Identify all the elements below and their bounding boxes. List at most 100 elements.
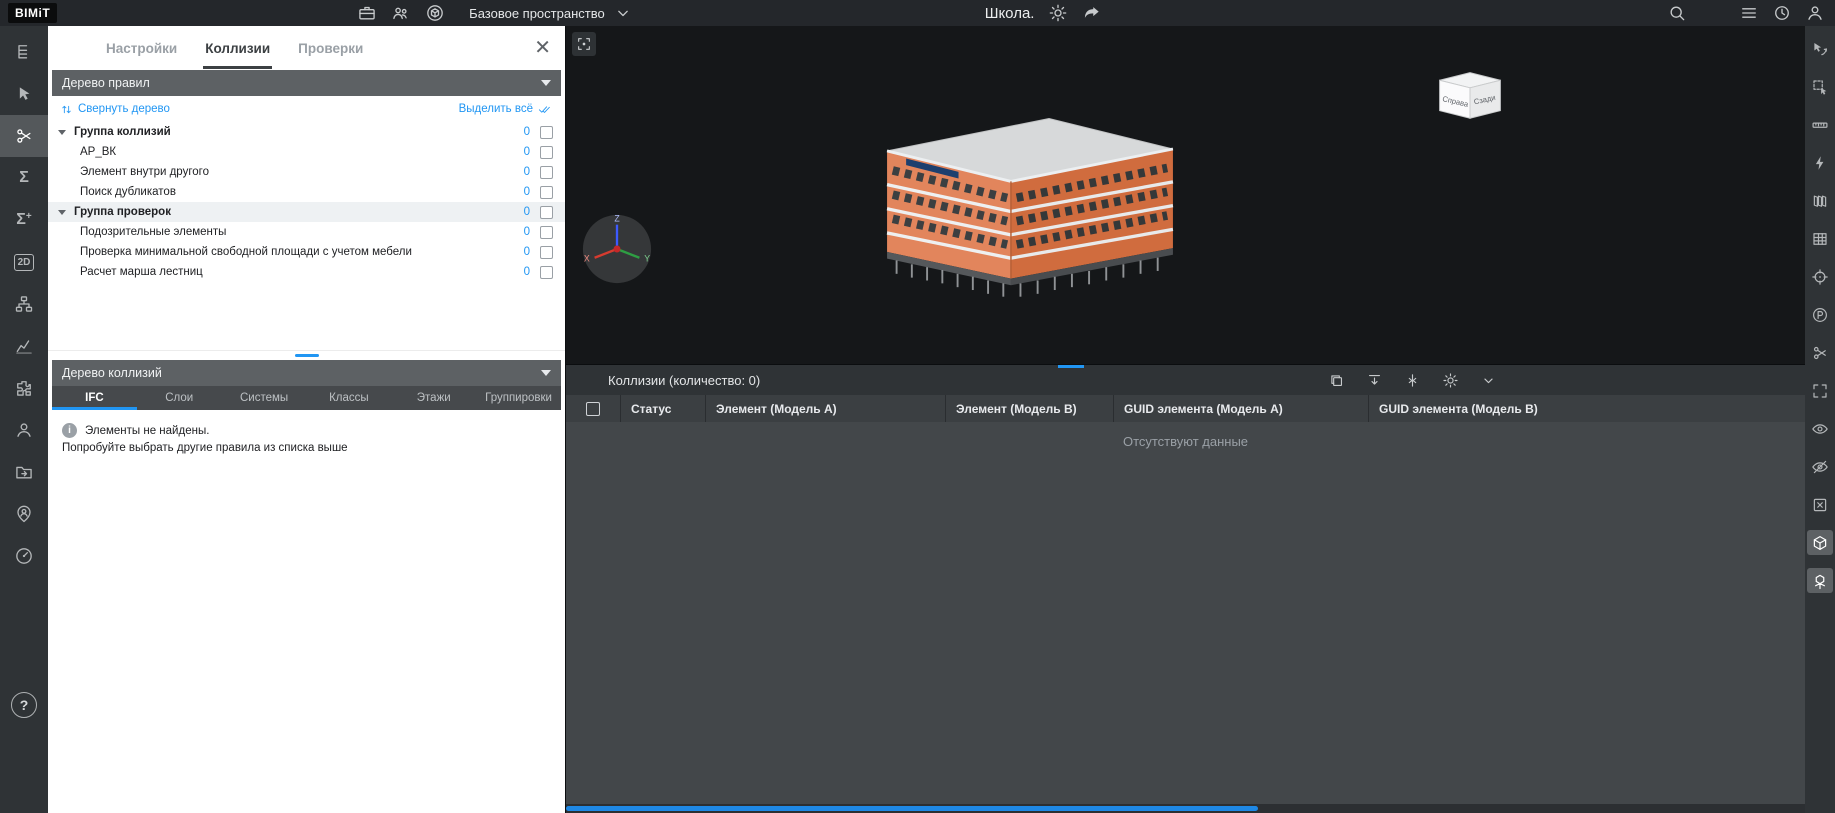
- user-account-icon[interactable]: [1805, 3, 1825, 23]
- search-icon[interactable]: [1667, 3, 1687, 23]
- duplicate-icon[interactable]: [1326, 370, 1346, 390]
- tree-row[interactable]: Проверка минимальной свободной площади с…: [48, 242, 565, 262]
- splitter-handle[interactable]: [295, 354, 319, 357]
- tree-row[interactable]: Группа проверок 0: [48, 202, 565, 222]
- select-area-icon[interactable]: [1807, 74, 1833, 99]
- collisions-tree-header[interactable]: Дерево коллизий: [52, 360, 561, 386]
- sum-plus-icon[interactable]: Σ +: [0, 199, 48, 241]
- visibility-off-icon[interactable]: [1807, 454, 1833, 479]
- tab-layers[interactable]: Слои: [137, 386, 222, 410]
- rule-checkbox[interactable]: [540, 266, 553, 279]
- import-icon[interactable]: [1364, 370, 1384, 390]
- collapse-tree-link[interactable]: Свернуть дерево: [60, 103, 170, 116]
- team-icon[interactable]: [391, 3, 411, 23]
- tree-row[interactable]: Подозрительные элементы 0: [48, 222, 565, 242]
- tab-ifc[interactable]: IFC: [52, 386, 137, 410]
- model-tree-icon[interactable]: [0, 31, 48, 73]
- rule-checkbox[interactable]: [540, 166, 553, 179]
- select-all-checkbox[interactable]: [586, 402, 600, 416]
- caret-down-icon[interactable]: [58, 130, 74, 135]
- tree-row[interactable]: Расчет марша лестниц 0: [48, 262, 565, 282]
- panel-resize-handle[interactable]: [1058, 365, 1084, 368]
- 2d-view-icon[interactable]: 2D: [0, 241, 48, 283]
- dashboard-icon[interactable]: [0, 535, 48, 577]
- cube-view-icon[interactable]: [1807, 530, 1833, 555]
- menu-list-icon[interactable]: [1739, 3, 1759, 23]
- panel-menu-icon[interactable]: [578, 371, 596, 389]
- user-location-icon[interactable]: [0, 493, 48, 535]
- tab-groupings[interactable]: Группировки: [476, 386, 561, 410]
- close-icon[interactable]: ✕: [534, 38, 551, 58]
- rule-checkbox[interactable]: [540, 206, 553, 219]
- column-guid-a[interactable]: GUID элемента (Модель A): [1114, 395, 1369, 422]
- plugins-icon[interactable]: [0, 367, 48, 409]
- focus-target-icon[interactable]: [1807, 264, 1833, 289]
- rule-label: АР_ВК: [80, 146, 116, 158]
- help-button[interactable]: ?: [11, 692, 37, 718]
- rule-checkbox[interactable]: [540, 226, 553, 239]
- column-element-b[interactable]: Элемент (Модель B): [946, 395, 1114, 422]
- panel-menu-icon[interactable]: [62, 39, 80, 57]
- column-element-a[interactable]: Элемент (Модель A): [706, 395, 946, 422]
- user-icon[interactable]: [0, 409, 48, 451]
- horizontal-scrollbar[interactable]: [566, 804, 1805, 813]
- rules-tree-header[interactable]: Дерево правил: [52, 70, 561, 96]
- tab-settings[interactable]: Настройки: [104, 28, 179, 69]
- tree-row[interactable]: Группа коллизий 0: [48, 122, 565, 142]
- viewport-3d[interactable]: Справа Сзади Z Y X: [566, 26, 1805, 364]
- tree-row[interactable]: Элемент внутри другого 0: [48, 162, 565, 182]
- tree-row[interactable]: Поиск дубликатов 0: [48, 182, 565, 202]
- tab-classes[interactable]: Классы: [306, 386, 391, 410]
- focus-model-button[interactable]: [572, 32, 596, 56]
- rule-count: 0: [524, 246, 530, 258]
- plan-icon[interactable]: [1807, 302, 1833, 327]
- tab-floors[interactable]: Этажи: [391, 386, 476, 410]
- app-logo: BIMiT: [8, 3, 57, 23]
- tab-systems[interactable]: Системы: [222, 386, 307, 410]
- rule-count: 0: [524, 146, 530, 158]
- measure-icon[interactable]: [1807, 112, 1833, 137]
- axis-gizmo[interactable]: Z Y X: [580, 212, 654, 286]
- orbit-icon[interactable]: [1807, 36, 1833, 61]
- rule-checkbox[interactable]: [540, 146, 553, 159]
- select-cursor-icon[interactable]: [0, 73, 48, 115]
- collisions-panel: Коллизии (количество: 0): [566, 364, 1805, 813]
- column-guid-b[interactable]: GUID элемента (Модель B): [1369, 395, 1805, 422]
- model-space-icon[interactable]: [425, 3, 445, 23]
- workspace-selector[interactable]: Базовое пространство: [469, 3, 633, 23]
- rule-checkbox[interactable]: [540, 186, 553, 199]
- sum-icon[interactable]: Σ: [0, 157, 48, 199]
- fit-view-icon[interactable]: [1807, 378, 1833, 403]
- hierarchy-icon[interactable]: [0, 283, 48, 325]
- select-all-link[interactable]: Выделить всё: [459, 103, 551, 116]
- topbar: BIMiT Базовое пространство Школа.: [0, 0, 1835, 26]
- tab-collisions[interactable]: Коллизии: [203, 28, 272, 69]
- chart-icon[interactable]: [0, 325, 48, 367]
- rule-checkbox[interactable]: [540, 126, 553, 139]
- share-icon[interactable]: [1082, 3, 1102, 23]
- rule-checkbox[interactable]: [540, 246, 553, 259]
- scrollbar-thumb[interactable]: [566, 806, 1258, 811]
- clash-detection-icon[interactable]: [0, 115, 48, 157]
- close-square-icon[interactable]: [1807, 492, 1833, 517]
- lightning-icon[interactable]: [1807, 150, 1833, 175]
- panel-splitter[interactable]: [48, 350, 565, 360]
- settings-gear-icon[interactable]: [1048, 3, 1068, 23]
- projects-icon[interactable]: [357, 3, 377, 23]
- align-center-icon[interactable]: [1402, 370, 1422, 390]
- section-cut-icon[interactable]: [1807, 340, 1833, 365]
- navigation-cube[interactable]: Справа Сзади: [1432, 66, 1508, 123]
- shared-folder-icon[interactable]: [0, 451, 48, 493]
- rule-label: Подозрительные элементы: [80, 226, 226, 238]
- tree-row[interactable]: АР_ВК 0: [48, 142, 565, 162]
- walls-icon[interactable]: [1807, 188, 1833, 213]
- chevron-down-icon[interactable]: [1478, 370, 1498, 390]
- visibility-icon[interactable]: [1807, 416, 1833, 441]
- column-status[interactable]: Статус: [621, 395, 706, 422]
- grid-table-icon[interactable]: [1807, 226, 1833, 251]
- cube-axes-icon[interactable]: [1807, 568, 1833, 593]
- settings-gear-icon[interactable]: [1440, 370, 1460, 390]
- caret-down-icon[interactable]: [58, 210, 74, 215]
- tab-checks[interactable]: Проверки: [296, 28, 365, 69]
- history-icon[interactable]: [1772, 3, 1792, 23]
